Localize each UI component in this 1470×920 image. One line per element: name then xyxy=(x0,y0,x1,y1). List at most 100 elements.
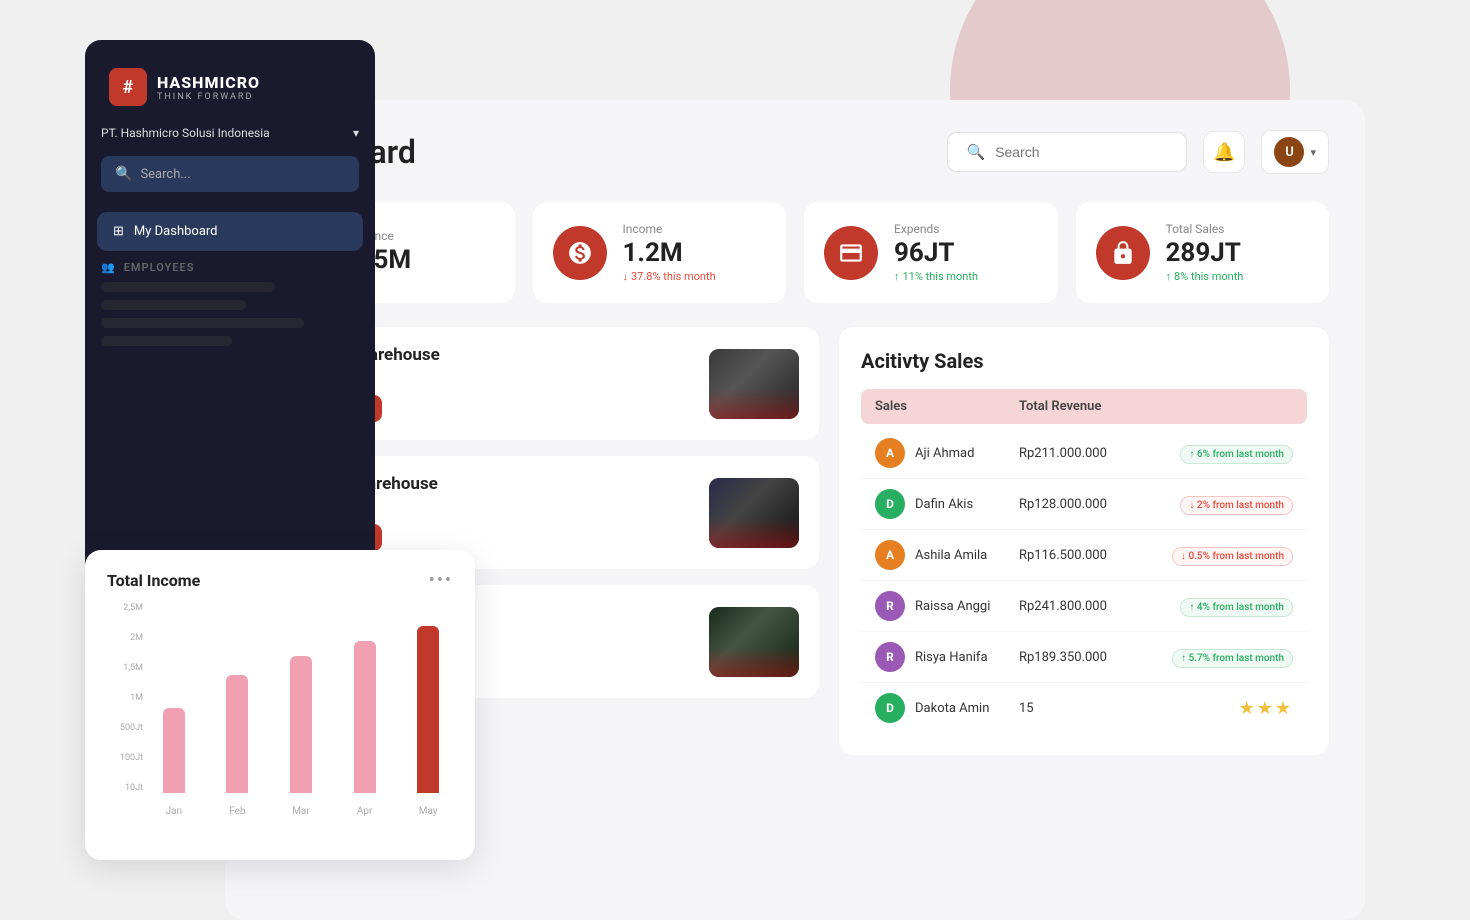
sidebar-search-box[interactable]: 🔍 Search... xyxy=(101,156,359,192)
sidebar-search-placeholder: Search... xyxy=(140,167,190,182)
stat-expends-label: Expends xyxy=(894,222,978,236)
x-axis-label: Mar xyxy=(276,799,326,823)
activity-row: D Dakota Amin 15 ★★★ xyxy=(861,683,1307,733)
search-bar[interactable]: 🔍 xyxy=(947,132,1187,172)
chart-bar xyxy=(354,641,376,793)
stat-sales-change: ↑ 8% this month xyxy=(1166,270,1244,283)
company-selector[interactable]: PT. Hashmicro Solusi Indonesia ▾ xyxy=(101,126,359,140)
chart-y-labels: 2,5M2M1,5M1M500Jt100Jt10Jt xyxy=(107,603,143,793)
income-icon xyxy=(553,226,607,280)
sales-person: R Raissa Anggi xyxy=(875,591,1019,621)
search-input[interactable] xyxy=(995,144,1168,160)
person-avatar: R xyxy=(875,642,905,672)
x-axis-label: Jan xyxy=(149,799,199,823)
chart-bar xyxy=(226,675,248,793)
change-badge-up: ↑ 5.7% from last month xyxy=(1163,646,1293,668)
person-avatar: D xyxy=(875,693,905,723)
change-pill: ↑ 6% from last month xyxy=(1180,445,1293,464)
stats-row: Balance 2.5M Income 1.2M ↓ 37.8% this mo… xyxy=(261,202,1329,303)
change-pill: ↓ 2% from last month xyxy=(1180,496,1293,515)
chart-bars xyxy=(149,603,453,793)
sales-person: A Ashila Amila xyxy=(875,540,1019,570)
sidebar-placeholder-3 xyxy=(101,318,304,328)
revenue-value: 15 xyxy=(1019,701,1163,716)
stat-income-change: ↓ 37.8% this month xyxy=(623,270,716,283)
bar-group xyxy=(403,603,453,793)
change-pill: ↑ 4% from last month xyxy=(1180,598,1293,617)
x-axis-label: Feb xyxy=(213,799,263,823)
stat-income-info: Income 1.2M ↓ 37.8% this month xyxy=(623,222,716,283)
stat-card-income: Income 1.2M ↓ 37.8% this month xyxy=(533,202,787,303)
expends-icon xyxy=(824,226,878,280)
logo-text: HASHMICRO THINK FORWARD xyxy=(157,73,260,102)
activity-table-header: Sales Total Revenue xyxy=(861,389,1307,424)
logo-icon: # xyxy=(109,68,147,106)
y-axis-label: 100Jt xyxy=(107,753,143,763)
sales-person: D Dafin Akis xyxy=(875,489,1019,519)
person-avatar: R xyxy=(875,591,905,621)
person-name: Risya Hanifa xyxy=(915,650,988,665)
stat-sales-value: 289JT xyxy=(1166,240,1244,266)
y-axis-label: 1,5M xyxy=(107,663,143,673)
bar-group xyxy=(276,603,326,793)
col-header-sales: Sales xyxy=(875,399,1019,414)
warehouse-thumbnail-1 xyxy=(709,478,799,548)
y-axis-label: 1M xyxy=(107,693,143,703)
chevron-down-icon: ▾ xyxy=(1310,146,1316,159)
bar-group xyxy=(340,603,390,793)
stat-expends-value: 96JT xyxy=(894,240,978,266)
change-badge-up: ↑ 6% from last month xyxy=(1163,442,1293,464)
stat-sales-info: Total Sales 289JT ↑ 8% this month xyxy=(1166,222,1244,283)
revenue-value: Rp241.800.000 xyxy=(1019,599,1163,614)
sales-person: R Risya Hanifa xyxy=(875,642,1019,672)
sales-person: A Aji Ahmad xyxy=(875,438,1019,468)
chart-bar xyxy=(417,626,439,793)
sidebar-section-employees: 👥 EMPLOYEES xyxy=(101,261,359,274)
warehouse-thumbnail-2 xyxy=(709,607,799,677)
warehouse-image-1 xyxy=(709,478,799,548)
sales-icon xyxy=(1096,226,1150,280)
sidebar-placeholder-4 xyxy=(101,336,232,346)
bar-group xyxy=(149,603,199,793)
stat-income-value: 1.2M xyxy=(623,240,716,266)
stat-card-expends: Expends 96JT ↑ 11% this month xyxy=(804,202,1058,303)
stat-sales-label: Total Sales xyxy=(1166,222,1244,236)
revenue-value: Rp211.000.000 xyxy=(1019,446,1163,461)
bar-group xyxy=(213,603,263,793)
chart-area: 2,5M2M1,5M1M500Jt100Jt10Jt JanFebMarAprM… xyxy=(107,603,453,823)
y-axis-label: 10Jt xyxy=(107,783,143,793)
activity-row: R Raissa Anggi Rp241.800.000 ↑ 4% from l… xyxy=(861,581,1307,632)
logo-tagline: THINK FORWARD xyxy=(157,92,260,102)
logo-name: HASHMICRO xyxy=(157,73,260,92)
y-axis-label: 2M xyxy=(107,633,143,643)
search-icon: 🔍 xyxy=(115,166,132,182)
change-pill: ↓ 0.5% from last month xyxy=(1172,547,1293,566)
chart-x-labels: JanFebMarAprMay xyxy=(149,799,453,823)
person-name: Dafin Akis xyxy=(915,497,973,512)
person-avatar: A xyxy=(875,438,905,468)
search-icon: 🔍 xyxy=(966,143,985,161)
col-header-revenue: Total Revenue xyxy=(1019,399,1163,414)
avatar: U xyxy=(1274,137,1304,167)
activity-row: R Risya Hanifa Rp189.350.000 ↑ 5.7% from… xyxy=(861,632,1307,683)
more-options-button[interactable]: ••• xyxy=(429,570,453,591)
income-chart-card: Total Income ••• 2,5M2M1,5M1M500Jt100Jt1… xyxy=(85,550,475,860)
notification-button[interactable]: 🔔 xyxy=(1203,131,1245,173)
stat-card-sales: Total Sales 289JT ↑ 8% this month xyxy=(1076,202,1330,303)
activity-sales-panel: Acitivty Sales Sales Total Revenue A Aji… xyxy=(839,327,1329,755)
chevron-down-icon: ▾ xyxy=(353,126,359,140)
activity-row: D Dafin Akis Rp128.000.000 ↓ 2% from las… xyxy=(861,479,1307,530)
dashboard-icon: ⊞ xyxy=(113,224,124,239)
sidebar-placeholder-2 xyxy=(101,300,246,310)
activity-title: Acitivty Sales xyxy=(861,349,1307,373)
sidebar-item-label: My Dashboard xyxy=(134,224,218,239)
sidebar-item-dashboard[interactable]: ⊞ My Dashboard xyxy=(97,212,363,251)
stars-rating: ★★★ xyxy=(1163,698,1293,719)
stat-expends-change: ↑ 11% this month xyxy=(894,270,978,283)
y-axis-label: 500Jt xyxy=(107,723,143,733)
stat-income-label: Income xyxy=(623,222,716,236)
activity-row: A Ashila Amila Rp116.500.000 ↓ 0.5% from… xyxy=(861,530,1307,581)
user-avatar-button[interactable]: U ▾ xyxy=(1261,130,1329,174)
sales-person: D Dakota Amin xyxy=(875,693,1019,723)
change-badge-down: ↓ 0.5% from last month xyxy=(1163,544,1293,566)
